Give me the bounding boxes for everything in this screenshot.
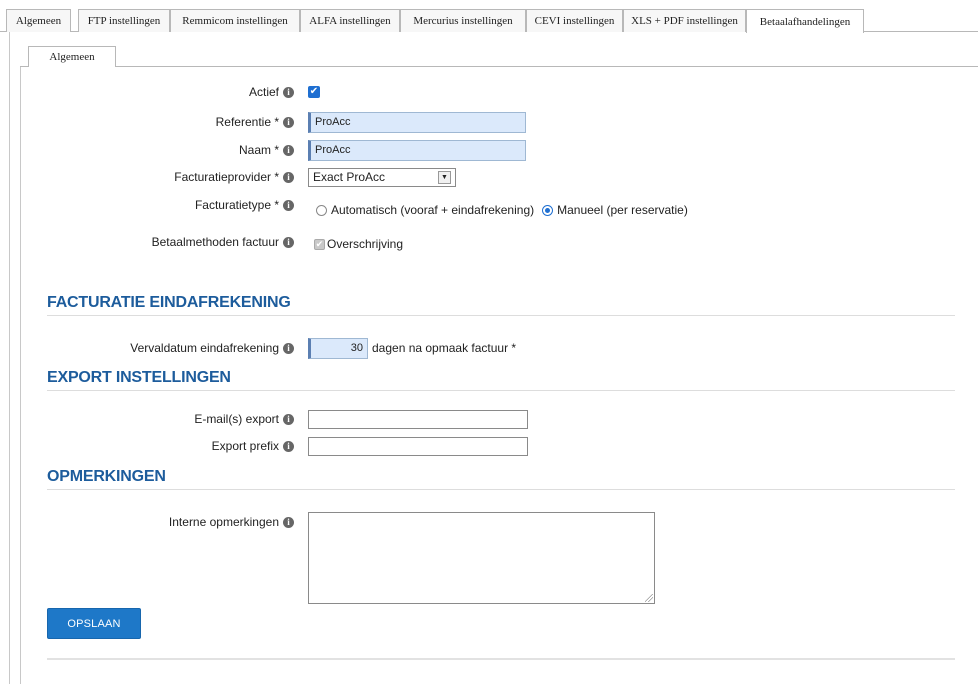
actief-label-box: Actief i [0, 81, 294, 103]
betaalmethoden-label: Betaalmethoden factuur [151, 235, 279, 249]
email-export-label: E-mail(s) export [194, 412, 279, 426]
tab-betaalafhandelingen[interactable]: Betaalafhandelingen [746, 9, 864, 33]
tab-mercurius-instellingen[interactable]: Mercurius instellingen [400, 9, 526, 32]
field-facturatieprovider: Facturatieprovider * i Exact ProAcc ▼ [0, 166, 978, 188]
info-icon[interactable]: i [283, 86, 294, 98]
save-button[interactable]: OPSLAAN [47, 608, 141, 639]
interne-opmerkingen-textarea[interactable] [308, 512, 655, 604]
radio-automatisch[interactable] [316, 204, 327, 216]
interne-opmerkingen-label-box: Interne opmerkingen i [0, 511, 294, 533]
actief-checkbox[interactable]: ✔ [308, 86, 320, 98]
facturatieprovider-select[interactable]: Exact ProAcc ▼ [308, 167, 456, 187]
chevron-down-icon[interactable]: ▼ [438, 170, 451, 184]
section-title-eindafrekening: FACTURATIE EINDAFREKENING [47, 294, 955, 316]
email-export-control [308, 408, 528, 430]
facturatietype-label-box: Facturatietype * i [0, 198, 294, 212]
tab-algemeen[interactable]: Algemeen [6, 9, 71, 32]
check-icon: ✔ [309, 86, 319, 97]
overschrijving-label: Overschrijving [327, 237, 404, 251]
top-tab-bar: Algemeen FTP instellingen Remmicom inste… [0, 9, 978, 33]
radio-automatisch-label[interactable]: Automatisch (vooraf + eindafrekening) [331, 203, 534, 217]
export-prefix-input[interactable] [308, 436, 528, 456]
referentie-control: ProAcc [308, 111, 526, 133]
info-icon[interactable]: i [283, 342, 294, 354]
facturatietype-control: Automatisch (vooraf + eindafrekening) Ma… [316, 199, 688, 221]
info-icon[interactable]: i [283, 116, 294, 128]
field-facturatietype: Facturatietype * i Automatisch (vooraf +… [0, 198, 978, 220]
field-email-export: E-mail(s) export i [0, 408, 978, 430]
section-title-export: EXPORT INSTELLINGEN [47, 369, 955, 391]
naam-label-box: Naam * i [0, 139, 294, 161]
facturatietype-label: Facturatietype * [194, 198, 279, 212]
referentie-input[interactable]: ProAcc [308, 111, 526, 133]
info-icon[interactable]: i [283, 516, 294, 528]
sub-tab-bar: Algemeen [20, 46, 978, 67]
export-prefix-label-box: Export prefix i [0, 435, 294, 457]
field-naam: Naam * i ProAcc [0, 139, 978, 161]
facturatieprovider-value: Exact ProAcc [313, 170, 386, 184]
vervaldatum-label-box: Vervaldatum eindafrekening i [0, 337, 294, 359]
info-icon[interactable]: i [283, 440, 294, 452]
tab-alfa-instellingen[interactable]: ALFA instellingen [300, 9, 400, 32]
field-actief: Actief i ✔ [0, 81, 978, 103]
tab-remmicom-instellingen[interactable]: Remmicom instellingen [170, 9, 300, 32]
vervaldatum-input[interactable]: 30 [308, 337, 368, 359]
info-icon[interactable]: i [283, 144, 294, 156]
betaalmethoden-label-box: Betaalmethoden factuur i [0, 231, 294, 253]
email-export-label-box: E-mail(s) export i [0, 408, 294, 430]
email-export-input[interactable] [308, 409, 528, 429]
actief-label: Actief [248, 85, 279, 99]
resize-grip-icon[interactable] [645, 594, 653, 602]
betaalmethoden-control: ✔ Overschrijving [314, 233, 403, 255]
sub-tab-underline [20, 66, 978, 67]
naam-control: ProAcc [308, 139, 526, 161]
naam-label: Naam * [238, 143, 279, 157]
referentie-label: Referentie * [215, 115, 279, 129]
bottom-separator [47, 658, 955, 660]
radio-manueel-label[interactable]: Manueel (per reservatie) [557, 203, 688, 217]
vervaldatum-control: 30 dagen na opmaak factuur * [308, 337, 516, 359]
field-betaalmethoden: Betaalmethoden factuur i ✔ Overschrijvin… [0, 231, 978, 253]
field-referentie: Referentie * i ProAcc [0, 111, 978, 133]
vervaldatum-label: Vervaldatum eindafrekening [130, 341, 279, 355]
radio-manueel[interactable] [542, 204, 554, 216]
facturatieprovider-label: Facturatieprovider * [174, 170, 279, 184]
field-export-prefix: Export prefix i [0, 435, 978, 457]
referentie-label-box: Referentie * i [0, 111, 294, 133]
overschrijving-checkbox: ✔ [314, 238, 325, 250]
export-prefix-label: Export prefix [211, 439, 279, 453]
naam-input[interactable]: ProAcc [308, 139, 526, 161]
section-title-opmerkingen: OPMERKINGEN [47, 468, 955, 490]
field-vervaldatum: Vervaldatum eindafrekening i 30 dagen na… [0, 337, 978, 359]
info-icon[interactable]: i [283, 236, 294, 248]
info-icon[interactable]: i [283, 199, 294, 211]
check-icon: ✔ [315, 238, 324, 249]
interne-opmerkingen-label: Interne opmerkingen [168, 515, 279, 529]
sub-tab-algemeen[interactable]: Algemeen [28, 46, 116, 67]
tab-cevi-instellingen[interactable]: CEVI instellingen [526, 9, 623, 32]
facturatieprovider-control: Exact ProAcc ▼ [308, 166, 456, 188]
info-icon[interactable]: i [283, 413, 294, 425]
tab-ftp-instellingen[interactable]: FTP instellingen [78, 9, 170, 32]
vervaldatum-suffix: dagen na opmaak factuur * [372, 341, 517, 355]
facturatieprovider-label-box: Facturatieprovider * i [0, 166, 294, 188]
export-prefix-control [308, 435, 528, 457]
tab-xls-pdf-instellingen[interactable]: XLS + PDF instellingen [623, 9, 746, 32]
actief-control: ✔ [308, 81, 320, 103]
info-icon[interactable]: i [283, 171, 294, 183]
